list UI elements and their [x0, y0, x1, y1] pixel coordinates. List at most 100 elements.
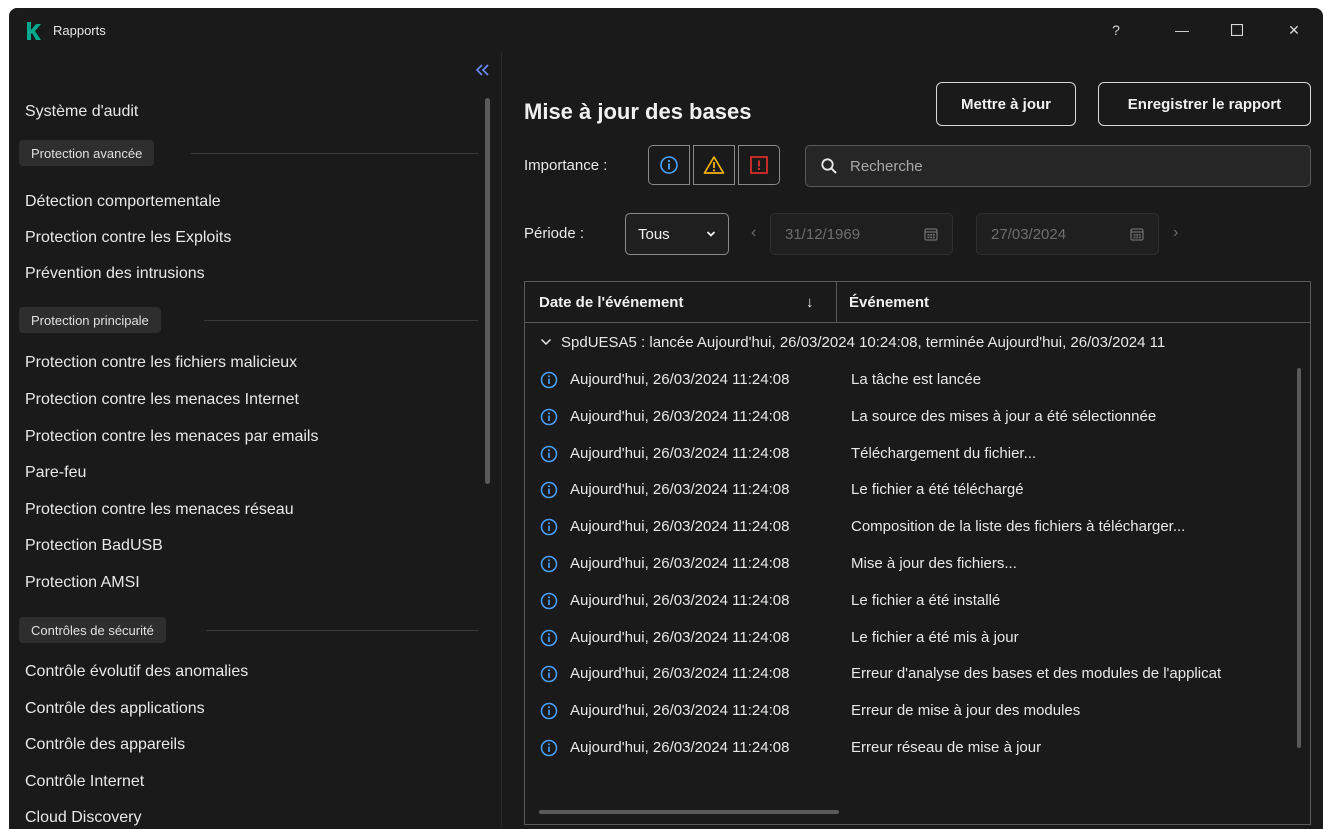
- sidebar-item[interactable]: Protection contre les fichiers malicieux: [25, 354, 297, 372]
- sidebar-item[interactable]: Contrôle évolutif des anomalies: [25, 663, 248, 681]
- chevron-down-icon: [706, 231, 716, 237]
- close-button[interactable]: ✕: [1279, 16, 1309, 44]
- calendar-icon[interactable]: [1130, 227, 1144, 241]
- event-date: Aujourd'hui, 26/03/2024 11:24:08: [570, 407, 790, 425]
- event-date: Aujourd'hui, 26/03/2024 11:24:08: [570, 739, 790, 756]
- table-row[interactable]: Aujourd'hui, 26/03/2024 11:24:08 Le fichi…: [525, 471, 1305, 508]
- sort-arrow-icon[interactable]: ↓: [806, 282, 814, 322]
- event-date: Aujourd'hui, 26/03/2024 11:24:08: [570, 665, 790, 683]
- next-period-icon[interactable]: ›: [1173, 224, 1178, 242]
- event-date: Aujourd'hui, 26/03/2024 11:24:08: [570, 628, 790, 646]
- column-header-date[interactable]: Date de l'événement: [539, 282, 683, 322]
- importance-critical-toggle[interactable]: [738, 145, 780, 185]
- info-icon: [540, 482, 558, 499]
- sidebar-item[interactable]: Protection contre les Exploits: [25, 229, 231, 247]
- sidebar-item[interactable]: Prévention des intrusions: [25, 265, 205, 283]
- minimize-icon: —: [1175, 22, 1189, 38]
- sidebar-item[interactable]: Cloud Discovery: [25, 809, 141, 827]
- table-row[interactable]: Aujourd'hui, 26/03/2024 11:24:08 La tâche…: [525, 361, 1305, 398]
- help-button[interactable]: ?: [1101, 16, 1131, 44]
- info-icon: [540, 592, 558, 610]
- sidebar-item[interactable]: Pare-feu: [25, 464, 86, 482]
- event-description: Erreur d'analyse des bases et des module…: [851, 665, 1222, 683]
- table-row[interactable]: Aujourd'hui, 26/03/2024 11:24:08 Erreur r…: [525, 729, 1305, 766]
- save-report-button[interactable]: Enregistrer le rapport: [1098, 82, 1311, 126]
- info-icon: [540, 518, 558, 536]
- title-bar: Rapports ? — ✕: [9, 8, 1323, 52]
- event-description: Composition de la liste des fichiers à t…: [851, 518, 1186, 536]
- sidebar-item[interactable]: Protection contre les menaces par emails: [25, 428, 318, 446]
- table-row[interactable]: Aujourd'hui, 26/03/2024 11:24:08 Composit…: [525, 508, 1305, 545]
- table-row[interactable]: Aujourd'hui, 26/03/2024 11:24:08 La sourc…: [525, 398, 1305, 435]
- kaspersky-logo-icon: [27, 22, 41, 40]
- event-description: Le fichier a été installé: [851, 591, 1001, 609]
- sidebar-item[interactable]: Détection comportementale: [25, 193, 221, 211]
- maximize-button[interactable]: [1222, 16, 1252, 44]
- page-title: Mise à jour des bases: [524, 99, 752, 124]
- event-date: Aujourd'hui, 26/03/2024 11:24:08: [570, 518, 790, 536]
- date-to-field[interactable]: 27/03/2024: [976, 213, 1159, 255]
- column-header-event[interactable]: Événement: [849, 282, 929, 322]
- calendar-icon[interactable]: [924, 227, 938, 241]
- info-icon: [540, 739, 558, 757]
- table-row[interactable]: Aujourd'hui, 26/03/2024 11:24:08 Erreur d…: [525, 655, 1305, 692]
- prev-period-icon[interactable]: ‹: [751, 224, 756, 242]
- info-icon: [540, 629, 558, 646]
- help-icon: ?: [1112, 22, 1120, 38]
- sidebar-item-audit[interactable]: Système d'audit: [25, 103, 138, 121]
- event-description: Mise à jour des fichiers...: [851, 555, 1017, 572]
- task-group-row[interactable]: SpdUESA5 : lancée Aujourd'hui, 26/03/202…: [525, 323, 1305, 361]
- section-divider: [204, 320, 478, 321]
- section-header-advanced: Protection avancée: [19, 140, 155, 166]
- event-date: Aujourd'hui, 26/03/2024 11:24:08: [570, 371, 790, 388]
- period-value: Tous: [638, 225, 670, 243]
- app-window: Rapports ? — ✕ Système d'audit Protectio…: [9, 8, 1323, 829]
- date-from-field[interactable]: 31/12/1969: [770, 213, 953, 255]
- table-row[interactable]: Aujourd'hui, 26/03/2024 11:24:08 Téléchar…: [525, 435, 1305, 472]
- event-date: Aujourd'hui, 26/03/2024 11:24:08: [570, 591, 790, 609]
- sidebar-scrollbar[interactable]: [485, 98, 490, 484]
- minimize-button[interactable]: —: [1167, 16, 1197, 44]
- period-label: Période :: [524, 225, 585, 242]
- importance-info-toggle[interactable]: [648, 145, 690, 185]
- event-description: La tâche est lancée: [851, 371, 982, 388]
- info-icon: [660, 156, 678, 174]
- sidebar-item[interactable]: Protection contre les menaces Internet: [25, 391, 299, 409]
- events-table: Date de l'événement ↓ Événement SpdUESA5…: [524, 281, 1311, 825]
- info-icon: [540, 555, 558, 573]
- chevron-down-icon[interactable]: [540, 338, 552, 346]
- task-group-label: SpdUESA5 : lancée Aujourd'hui, 26/03/202…: [561, 333, 1166, 351]
- search-input[interactable]: Recherche: [805, 145, 1311, 187]
- table-row[interactable]: Aujourd'hui, 26/03/2024 11:24:08 Erreur d…: [525, 692, 1305, 729]
- date-from-value: 31/12/1969: [785, 225, 861, 243]
- column-separator[interactable]: [836, 282, 837, 322]
- sidebar-item[interactable]: Contrôle des appareils: [25, 736, 185, 754]
- table-header: Date de l'événement ↓ Événement: [525, 282, 1310, 323]
- info-icon: [540, 666, 558, 683]
- main-panel: Mise à jour des bases Mettre à jour Enre…: [502, 52, 1323, 829]
- importance-warning-toggle[interactable]: [693, 145, 735, 185]
- event-date: Aujourd'hui, 26/03/2024 11:24:08: [570, 481, 790, 499]
- sidebar-item[interactable]: Protection BadUSB: [25, 537, 163, 555]
- table-row[interactable]: Aujourd'hui, 26/03/2024 11:24:08 Mise à j…: [525, 545, 1305, 582]
- update-button[interactable]: Mettre à jour: [936, 82, 1076, 126]
- event-description: Erreur réseau de mise à jour: [851, 739, 1042, 756]
- warning-icon: [703, 156, 725, 174]
- sidebar-item[interactable]: Protection contre les menaces réseau: [25, 501, 294, 519]
- table-row[interactable]: Aujourd'hui, 26/03/2024 11:24:08 Le fichi…: [525, 582, 1305, 619]
- sidebar: Système d'audit Protection avancée Détec…: [9, 52, 501, 829]
- window-title: Rapports: [53, 23, 106, 38]
- date-to-value: 27/03/2024: [991, 225, 1067, 243]
- info-icon: [540, 445, 558, 462]
- table-horizontal-scrollbar[interactable]: [539, 810, 839, 814]
- sidebar-item[interactable]: Contrôle Internet: [25, 773, 144, 791]
- table-row[interactable]: Aujourd'hui, 26/03/2024 11:24:08 Le fichi…: [525, 619, 1305, 656]
- sidebar-item[interactable]: Contrôle des applications: [25, 700, 205, 718]
- info-icon: [540, 702, 558, 720]
- section-header-security: Contrôles de sécurité: [19, 617, 166, 643]
- sidebar-item[interactable]: Protection AMSI: [25, 574, 140, 592]
- table-vertical-scrollbar[interactable]: [1297, 368, 1301, 748]
- event-description: Le fichier a été téléchargé: [851, 481, 1024, 499]
- collapse-sidebar-icon[interactable]: [472, 59, 494, 81]
- period-select[interactable]: Tous: [625, 213, 729, 255]
